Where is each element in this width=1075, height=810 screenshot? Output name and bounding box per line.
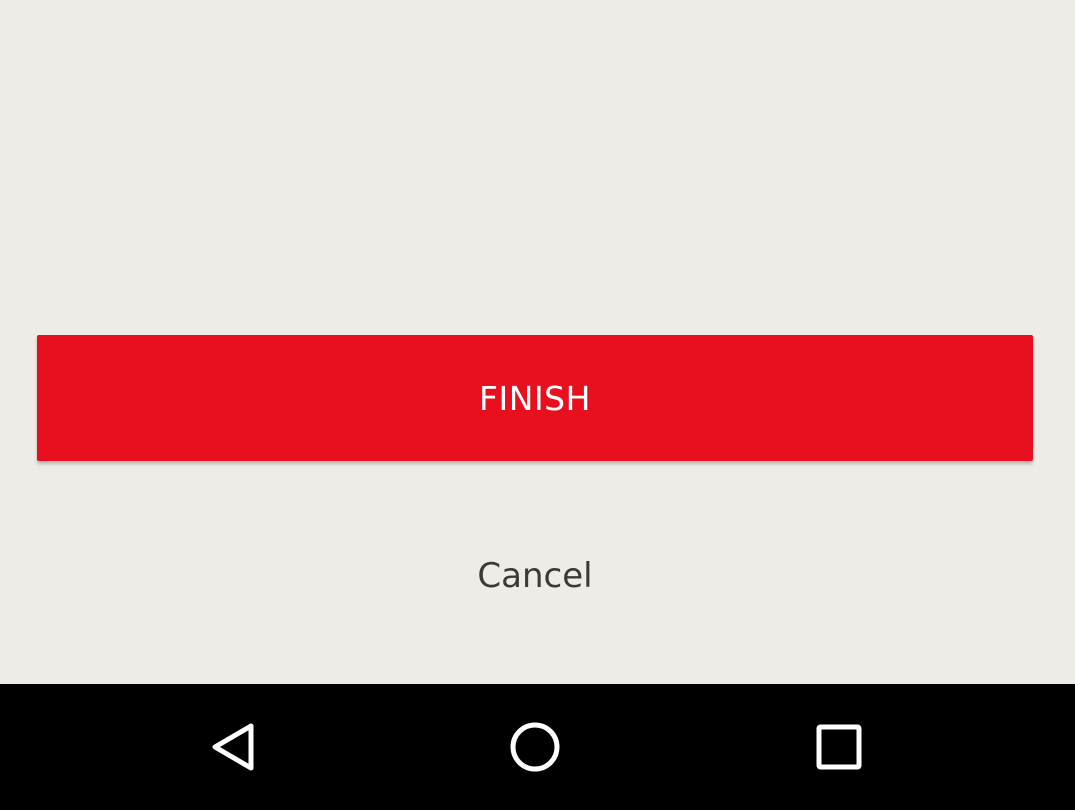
finish-button[interactable]: FINISH (37, 335, 1033, 461)
back-button[interactable] (158, 684, 308, 810)
back-icon (212, 723, 254, 771)
cancel-button[interactable]: Cancel (37, 530, 1033, 622)
content-area: FINISH Cancel (0, 0, 1075, 684)
recents-button[interactable] (764, 684, 914, 810)
setup-screen: FINISH Cancel (0, 0, 1075, 810)
home-button[interactable] (460, 684, 610, 810)
home-icon (510, 722, 560, 772)
recents-icon (816, 724, 862, 770)
navigation-bar (0, 684, 1075, 810)
